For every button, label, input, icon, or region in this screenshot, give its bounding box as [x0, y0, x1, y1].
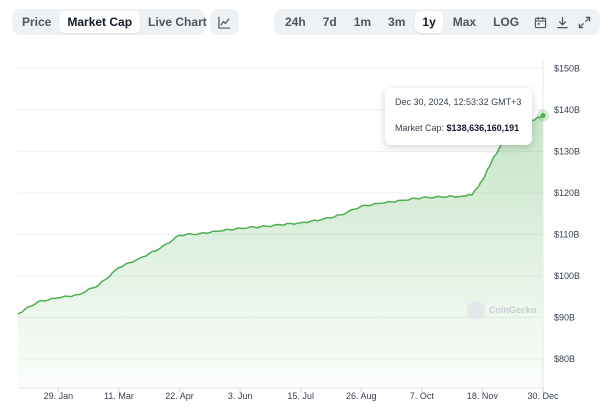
coingecko-watermark: CoinGecko: [467, 301, 537, 319]
x-tick-label: 7. Oct: [410, 391, 435, 401]
tooltip-datetime: Dec 30, 2024, 12:53:32 GMT+3: [395, 97, 522, 107]
coingecko-logo-icon: [467, 301, 485, 319]
y-tick-label: $120B: [554, 188, 580, 198]
x-tick-label: 29. Jan: [44, 391, 74, 401]
y-tick-label: $90B: [554, 312, 575, 322]
x-axis: 29. Jan 11. Mar 22. Apr 3. Jun 15. Jul 26. Au…: [44, 388, 559, 401]
x-tick-label: 15. Jul: [287, 391, 314, 401]
x-tick-label: 22. Apr: [165, 391, 194, 401]
tooltip-label: Market Cap:: [395, 123, 445, 133]
chart-tooltip: Dec 30, 2024, 12:53:32 GMT+3 Market Cap:…: [385, 88, 532, 145]
y-axis: $80B $90B $100B $110B $120B $130B $140B $150B: [554, 63, 580, 364]
x-tick-label: 18. Nov: [467, 391, 499, 401]
watermark-text: CoinGecko: [489, 305, 537, 315]
y-tick-label: $130B: [554, 146, 580, 156]
tooltip-value: $138,636,160,191: [446, 123, 520, 133]
market-cap-chart: $80B $90B $100B $110B $120B $130B $140B $150B 2…: [17, 60, 580, 401]
tooltip-value-row: Market Cap: $138,636,160,191: [395, 123, 522, 133]
y-tick-label: $150B: [554, 63, 580, 73]
chart-area-fill: [18, 115, 543, 388]
y-tick-label: $110B: [554, 229, 579, 239]
chart-hover-point[interactable]: [540, 112, 546, 118]
y-tick-label: $80B: [554, 354, 575, 364]
y-tick-label: $100B: [554, 271, 580, 281]
x-tick-label: 30. Dec: [527, 391, 559, 401]
x-tick-label: 3. Jun: [228, 391, 253, 401]
x-tick-label: 26. Aug: [346, 391, 377, 401]
y-tick-label: $140B: [554, 105, 580, 115]
x-tick-label: 11. Mar: [104, 391, 134, 401]
